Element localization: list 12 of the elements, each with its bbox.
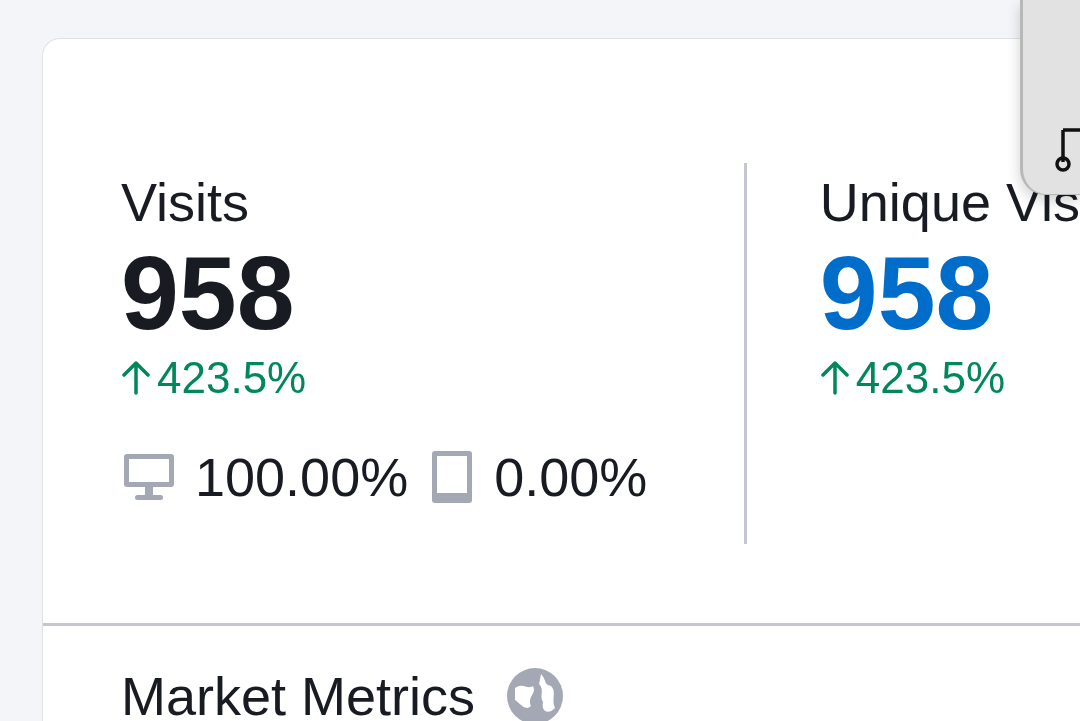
device-share: 100.00% — [195, 447, 409, 507]
arrow-up-icon — [121, 361, 151, 395]
change-percent: 423.5% — [855, 353, 1006, 403]
device-share: 0.00% — [494, 447, 648, 507]
section-title: Market Metrics — [121, 666, 476, 721]
metric-value: 958 — [121, 241, 296, 345]
monitor-icon — [121, 451, 177, 503]
music-note-icon — [1055, 126, 1080, 174]
change-percent: 423.5% — [157, 353, 307, 403]
metric-label: Visits — [121, 171, 251, 233]
metric-value[interactable]: 958 — [819, 241, 1080, 345]
arrow-up-icon — [819, 361, 850, 395]
